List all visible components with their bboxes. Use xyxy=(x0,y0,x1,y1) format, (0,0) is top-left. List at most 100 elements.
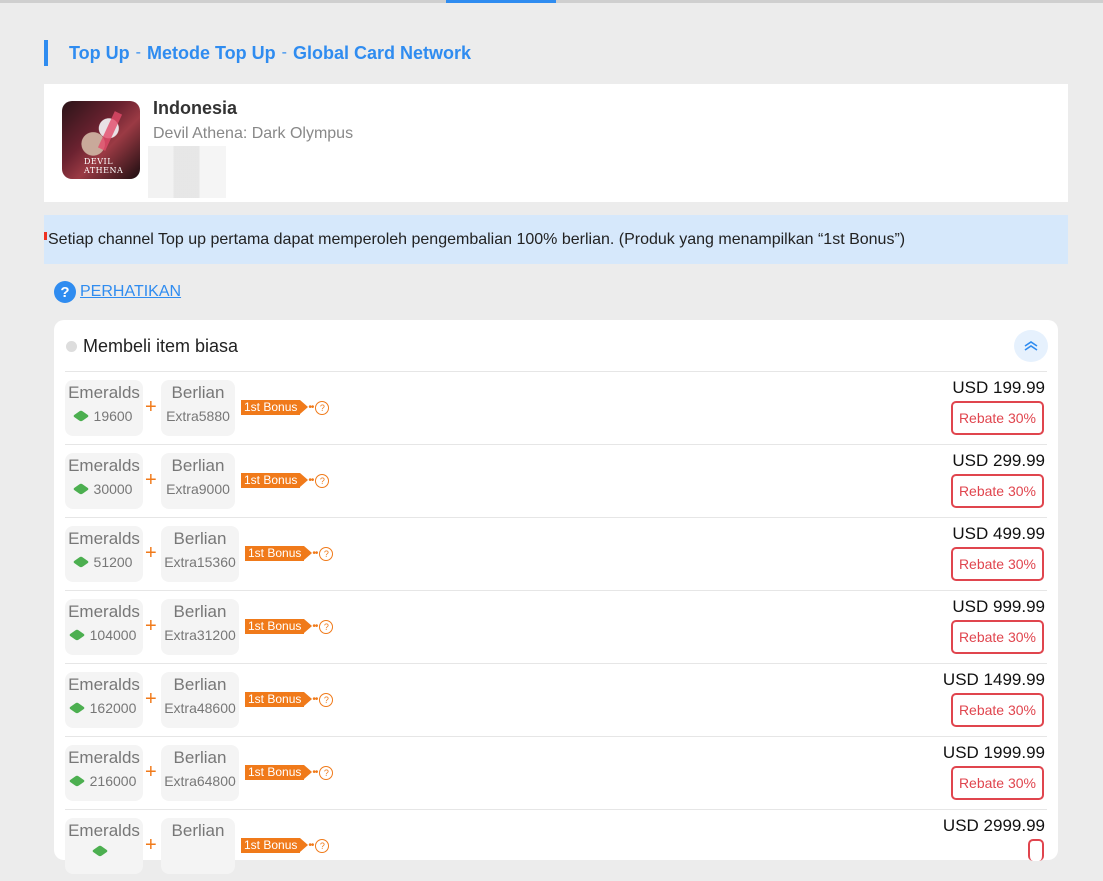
bonus-label: 1st Bonus xyxy=(245,619,313,634)
emerald-icon xyxy=(68,775,85,787)
product-row[interactable]: Emeralds 51200 + Berlian Extra15360 1st … xyxy=(65,517,1047,589)
product-row[interactable]: Emeralds + Berlian 1st Bonus •• ? USD 29… xyxy=(65,809,1047,881)
question-icon[interactable]: ? xyxy=(319,765,334,780)
item-name: Berlian xyxy=(173,748,227,767)
berlian-item: Berlian Extra31200 xyxy=(161,599,239,655)
game-title: Devil Athena: Dark Olympus xyxy=(153,125,354,142)
bonus-dots: •• xyxy=(308,475,314,486)
breadcrumb-method[interactable]: Metode Top Up xyxy=(147,43,276,64)
bonus-dots: •• xyxy=(312,548,318,559)
berlian-item: Berlian Extra48600 xyxy=(161,672,239,728)
plus-icon: + xyxy=(145,761,157,783)
plus-icon: + xyxy=(145,615,157,637)
first-bonus-badge[interactable]: 1st Bonus •• ? xyxy=(245,692,334,707)
emerald-item: Emeralds 51200 xyxy=(65,526,143,582)
item-name: Emeralds xyxy=(68,529,140,548)
plus-icon: + xyxy=(145,469,157,491)
price: USD 2999.99 xyxy=(942,816,1045,835)
rebate-button[interactable]: Rebate 30% xyxy=(950,401,1044,435)
product-row[interactable]: Emeralds 162000 + Berlian Extra48600 1st… xyxy=(65,663,1047,735)
bonus-dots: •• xyxy=(308,402,314,413)
game-logo: DEVIL ATHENA xyxy=(62,101,140,179)
product-row[interactable]: Emeralds 19600 + Berlian Extra5880 1st B… xyxy=(65,371,1047,443)
item-name: Emeralds xyxy=(68,602,140,621)
product-panel: Membeli item biasa Emeralds 19600 + Berl… xyxy=(54,320,1058,874)
breadcrumb-separator: - xyxy=(135,44,141,61)
rebate-button[interactable]: Rebate 30% xyxy=(950,693,1044,727)
item-name: Emeralds xyxy=(68,383,140,402)
price: USD 1499.99 xyxy=(942,670,1045,689)
first-bonus-badge[interactable]: 1st Bonus •• ? xyxy=(241,838,330,853)
question-icon[interactable]: ? xyxy=(315,838,330,853)
item-extra: Extra5880 xyxy=(166,408,230,424)
emerald-item: Emeralds 162000 xyxy=(65,672,143,728)
emerald-item: Emeralds 30000 xyxy=(65,453,143,509)
question-icon[interactable]: ? xyxy=(319,692,334,707)
emerald-icon xyxy=(91,845,109,857)
item-amount-value: 216000 xyxy=(89,773,137,789)
first-bonus-badge[interactable]: 1st Bonus •• ? xyxy=(245,765,334,780)
price: USD 299.99 xyxy=(952,451,1045,470)
item-amount xyxy=(65,845,143,857)
item-amount-value: 30000 xyxy=(93,481,133,497)
panel-header: Membeli item biasa xyxy=(66,336,238,357)
question-icon[interactable]: ? xyxy=(319,619,334,634)
bonus-label: 1st Bonus xyxy=(241,473,309,488)
berlian-item: Berlian Extra5880 xyxy=(161,380,235,436)
plus-icon: + xyxy=(145,542,157,564)
first-bonus-badge[interactable]: 1st Bonus •• ? xyxy=(241,400,330,415)
bonus-dots: •• xyxy=(312,694,318,705)
top-tab-bar xyxy=(0,0,1103,3)
question-icon[interactable]: ? xyxy=(319,546,334,561)
berlian-item: Berlian Extra64800 xyxy=(161,745,239,801)
collapse-button[interactable] xyxy=(1014,330,1048,362)
emerald-icon xyxy=(68,629,85,641)
bonus-label: 1st Bonus xyxy=(245,765,313,780)
emerald-icon xyxy=(72,410,89,422)
item-amount-value: 162000 xyxy=(89,700,137,716)
redacted-user-info xyxy=(148,146,226,198)
rebate-button[interactable] xyxy=(1028,839,1044,861)
first-bonus-badge[interactable]: 1st Bonus •• ? xyxy=(245,619,334,634)
item-amount: 19600 xyxy=(65,408,143,424)
first-bonus-badge[interactable]: 1st Bonus •• ? xyxy=(245,546,334,561)
bullet-dot-icon xyxy=(66,341,77,352)
bonus-label: 1st Bonus xyxy=(245,692,313,707)
product-row[interactable]: Emeralds 104000 + Berlian Extra31200 1st… xyxy=(65,590,1047,662)
rebate-button[interactable]: Rebate 30% xyxy=(950,766,1044,800)
rebate-button[interactable]: Rebate 30% xyxy=(950,547,1044,581)
rebate-button[interactable]: Rebate 30% xyxy=(950,474,1044,508)
game-country: Indonesia xyxy=(153,98,238,118)
breadcrumb-topup[interactable]: Top Up xyxy=(69,43,130,64)
berlian-item: Berlian Extra9000 xyxy=(161,453,235,509)
bonus-dots: •• xyxy=(308,840,314,851)
perhatikan-link[interactable]: ? PERHATIKAN xyxy=(54,281,181,303)
item-name: Emeralds xyxy=(68,821,140,840)
plus-icon: + xyxy=(145,396,157,418)
price: USD 999.99 xyxy=(952,597,1045,616)
help-icon: ? xyxy=(54,281,76,303)
question-icon[interactable]: ? xyxy=(315,473,330,488)
double-chevron-up-icon xyxy=(1024,341,1038,351)
first-bonus-badge[interactable]: 1st Bonus •• ? xyxy=(241,473,330,488)
product-row[interactable]: Emeralds 216000 + Berlian Extra64800 1st… xyxy=(65,736,1047,808)
perhatikan-label[interactable]: PERHATIKAN xyxy=(80,283,181,301)
berlian-item: Berlian xyxy=(161,818,235,874)
question-icon[interactable]: ? xyxy=(315,400,330,415)
panel-title: Membeli item biasa xyxy=(83,336,239,356)
item-amount: 104000 xyxy=(65,627,143,643)
rebate-button[interactable]: Rebate 30% xyxy=(950,620,1044,654)
item-extra: Extra48600 xyxy=(164,700,236,716)
emerald-icon xyxy=(68,702,85,714)
active-tab-indicator xyxy=(446,0,556,3)
berlian-item: Berlian Extra15360 xyxy=(161,526,239,582)
plus-icon: + xyxy=(145,834,157,856)
notice-marker xyxy=(44,232,47,240)
breadcrumb-current: Global Card Network xyxy=(292,42,471,63)
product-row[interactable]: Emeralds 30000 + Berlian Extra9000 1st B… xyxy=(65,444,1047,516)
emerald-icon xyxy=(72,483,89,495)
item-amount-value: 51200 xyxy=(93,554,133,570)
item-amount: 51200 xyxy=(65,554,143,570)
item-amount-value: 19600 xyxy=(93,408,133,424)
item-extra: Extra9000 xyxy=(166,481,230,497)
